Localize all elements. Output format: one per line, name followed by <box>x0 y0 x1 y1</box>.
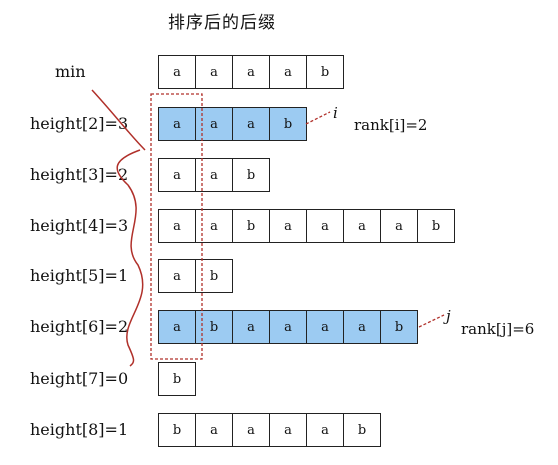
annotation-overlay <box>91 89 445 367</box>
suffix-array-diagram: 排序后的后缀 min a a a a b height[2]=3 a a a b height[3]… <box>0 0 558 465</box>
marker-j-dashed-line <box>418 314 445 328</box>
min-brace-curve <box>116 149 144 367</box>
min-column-dashed-box <box>150 93 203 360</box>
min-arrow-line <box>91 89 146 151</box>
marker-i-dashed-line <box>305 111 331 125</box>
